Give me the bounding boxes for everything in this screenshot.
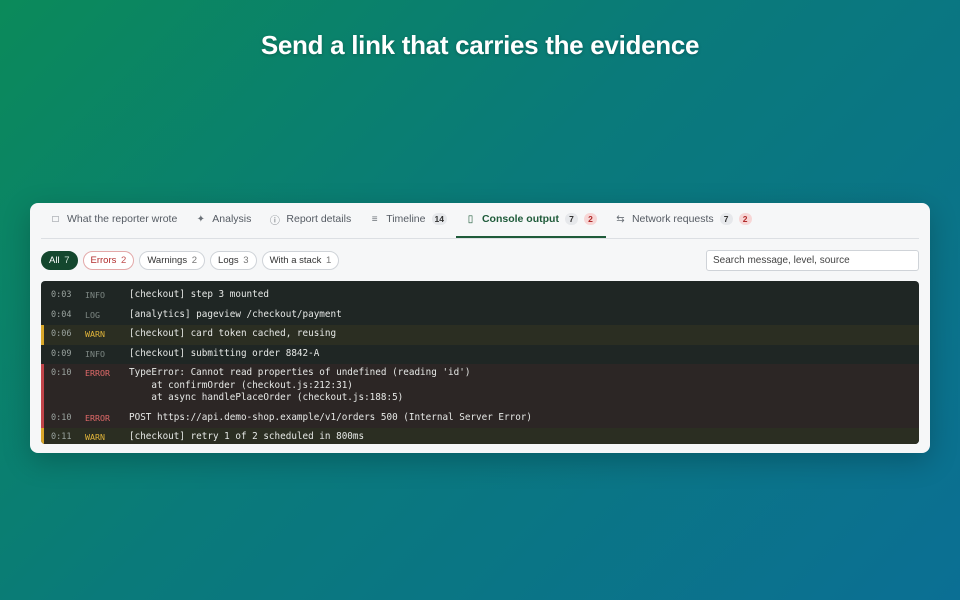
- filter-count: 7: [64, 254, 70, 266]
- filter-label: With a stack: [269, 254, 322, 266]
- console-time: 0:11: [51, 432, 72, 442]
- tab-reporter[interactable]: □ What the reporter wrote: [41, 202, 186, 238]
- network-icon: ⇆: [616, 213, 625, 225]
- tab-count: 7: [564, 213, 578, 225]
- tab-report-details[interactable]: ⓘ Report details: [260, 202, 360, 238]
- tab-count: 14: [431, 213, 447, 225]
- console-message: POST https://api.demo-shop.example/v1/or…: [129, 411, 532, 423]
- page-headline: Send a link that carries the evidence: [260, 30, 700, 60]
- console-level: WARN: [85, 432, 105, 442]
- console-row: 0:09 INFO [checkout] submitting order 88…: [41, 345, 919, 365]
- filter-count: 2: [191, 254, 198, 266]
- filter-count: 1: [325, 254, 332, 266]
- filter-count: 3: [243, 254, 249, 266]
- report-panel: □ What the reporter wrote ✦ Analysis ⓘ R…: [30, 203, 930, 453]
- tab-error-count: 2: [738, 213, 752, 225]
- console-time: 0:04: [51, 309, 72, 320]
- tab-bar: □ What the reporter wrote ✦ Analysis ⓘ R…: [41, 203, 919, 239]
- console-message: [checkout] retry 1 of 2 scheduled in 800…: [129, 431, 365, 442]
- console-message: [checkout] step 3 mounted: [129, 289, 269, 300]
- console-row-error: 0:10 ERROR TypeError: Cannot read proper…: [41, 364, 919, 409]
- console-row-warn: 0:11 WARN [checkout] retry 1 of 2 schedu…: [41, 428, 919, 444]
- console-output: 0:03 INFO [checkout] step 3 mounted 0:04…: [41, 281, 919, 444]
- console-level: WARN: [85, 329, 105, 339]
- console-time: 0:09: [51, 348, 72, 359]
- console-message: TypeError: Cannot read properties of und…: [129, 367, 471, 403]
- console-level: INFO: [85, 290, 105, 300]
- console-time: 0:10: [51, 412, 72, 423]
- filter-bar: All 7 Errors 2 Warnings 2 Logs 3 With a …: [41, 239, 919, 281]
- chat-bubble-icon: □: [52, 213, 59, 225]
- filter-label: Logs: [218, 254, 239, 266]
- filter-logs[interactable]: Logs 3: [210, 250, 257, 270]
- tab-console-output[interactable]: ▯ Console output 7 2: [455, 202, 606, 238]
- console-level: LOG: [85, 309, 100, 320]
- tab-analysis[interactable]: ✦ Analysis: [186, 202, 260, 238]
- console-message: [analytics] pageview /checkout/payment: [129, 308, 342, 320]
- console-row: 0:03 INFO [checkout] step 3 mounted: [41, 286, 919, 306]
- tab-label: Analysis: [212, 213, 252, 225]
- tab-label: What the reporter wrote: [67, 213, 178, 225]
- filter-label: Errors: [90, 254, 117, 266]
- console-level: ERROR: [85, 368, 110, 378]
- sparkle-icon: ✦: [196, 213, 205, 225]
- filter-all[interactable]: All 7: [41, 250, 78, 270]
- tab-label: Console output: [481, 213, 559, 225]
- list-icon: ≡: [371, 213, 378, 225]
- filter-label: All: [49, 254, 60, 266]
- filter-with-stack[interactable]: With a stack 1: [261, 250, 340, 270]
- filter-errors[interactable]: Errors 2: [82, 250, 135, 270]
- console-row-warn: 0:06 WARN [checkout] card token cached, …: [41, 325, 919, 345]
- tab-timeline[interactable]: ≡ Timeline 14: [360, 202, 456, 238]
- filter-count: 2: [121, 254, 127, 266]
- console-time: 0:06: [51, 329, 72, 339]
- tab-count: 7: [719, 213, 733, 225]
- console-row-error: 0:10 ERROR POST https://api.demo-shop.ex…: [41, 408, 919, 428]
- tab-label: Network requests: [631, 213, 714, 225]
- filter-warnings[interactable]: Warnings 2: [139, 250, 206, 270]
- console-message: [checkout] card token cached, reusing: [129, 328, 337, 339]
- tab-label: Report details: [286, 213, 352, 225]
- console-time: 0:10: [51, 368, 72, 378]
- tab-network-requests[interactable]: ⇆ Network requests 7 2: [606, 202, 761, 238]
- info-circle-icon: ⓘ: [269, 215, 280, 227]
- tab-label: Timeline: [386, 213, 426, 225]
- terminal-icon: ▯: [467, 213, 474, 225]
- console-level: ERROR: [85, 412, 110, 423]
- filter-label: Warnings: [147, 254, 188, 266]
- console-time: 0:03: [51, 290, 72, 300]
- console-row: 0:04 LOG [analytics] pageview /checkout/…: [41, 306, 919, 326]
- tab-error-count: 2: [583, 213, 597, 225]
- search-input[interactable]: [706, 249, 919, 271]
- console-message: [checkout] submitting order 8842-A: [129, 347, 320, 359]
- console-level: INFO: [85, 348, 105, 359]
